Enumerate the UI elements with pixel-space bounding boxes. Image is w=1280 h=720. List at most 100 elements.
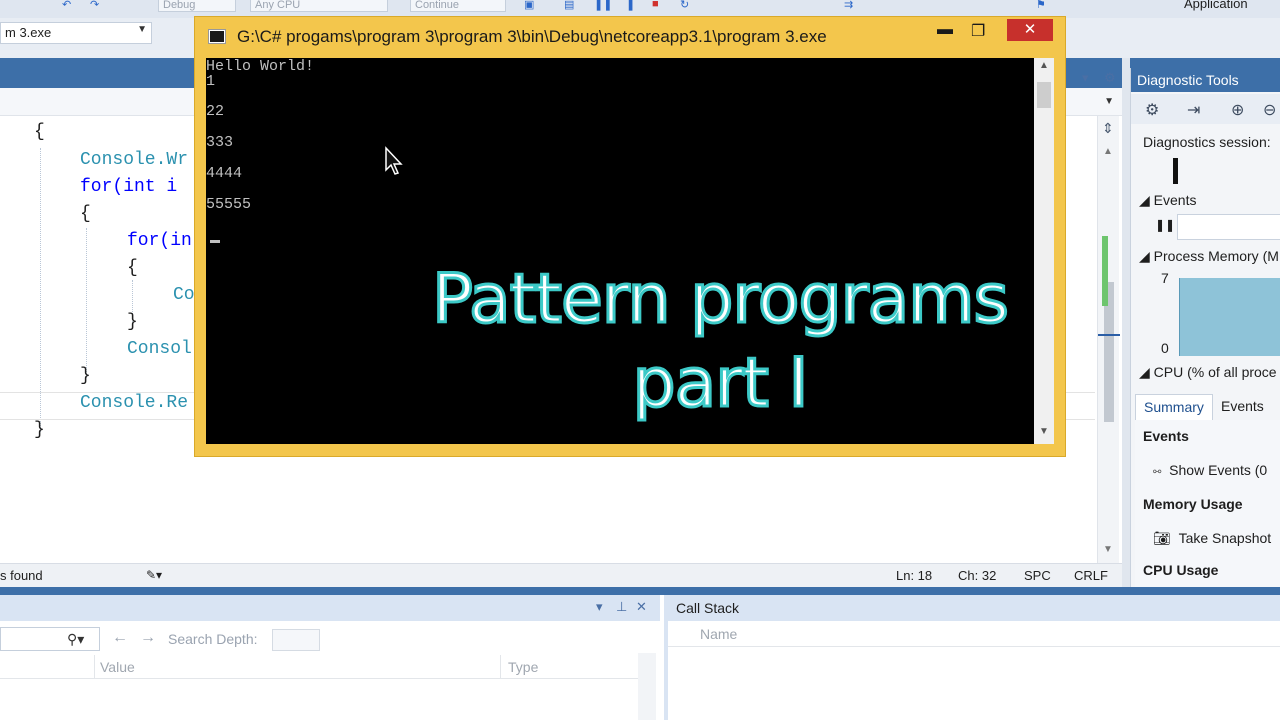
locals-header: ▾ ⊥ ✕ [0,595,660,621]
redo-icon[interactable]: ↷ [90,0,104,11]
close-icon: ✕ [1023,21,1037,38]
search-depth-dropdown[interactable] [272,629,320,651]
app-insights-label[interactable]: Application [1184,0,1248,11]
code-line: for(int i [80,177,178,197]
close-button[interactable]: ✕ [1007,19,1053,41]
locals-columns: Value Type [0,655,656,679]
scroll-down-icon[interactable]: ▼ [1103,544,1113,555]
summary-cpu-heading: CPU Usage [1143,562,1219,578]
zoom-in-icon[interactable]: ⊕ [1231,100,1244,120]
tab-summary[interactable]: Summary [1135,394,1213,420]
chevron-down-icon[interactable]: ▼ [1104,96,1114,107]
process-dropdown[interactable]: m 3.exe ▼ [0,22,152,44]
gear-icon[interactable]: ⚙ [1104,70,1116,86]
scroll-thumb[interactable] [1037,82,1051,108]
console-icon [208,29,226,44]
undo-icon[interactable]: ↶ [62,0,76,11]
code-line: } [127,312,138,332]
break-icon[interactable]: ❚ [626,0,640,11]
stop-icon[interactable]: ■ [652,0,666,10]
column-number: Ch: 32 [958,568,997,583]
split-icon[interactable]: ⇕ [1102,120,1114,137]
code-line: } [34,420,45,440]
take-snapshot-label: Take Snapshot [1178,530,1272,546]
indent-guide [40,148,41,432]
locals-panel: ▾ ⊥ ✕ ⚲▾ ← → Search Depth: Value Type [0,595,660,720]
pause-icon[interactable]: ❚❚ [1155,218,1175,232]
memory-min: 0 [1161,340,1169,356]
process-name: m 3.exe [5,25,52,40]
memory-max: 7 [1161,270,1169,286]
restart-icon[interactable]: ↻ [680,0,694,11]
tab-events[interactable]: Events [1213,394,1272,420]
cpu-header: CPU (% of all proce [1153,364,1277,380]
events-header: Events [1153,192,1197,208]
summary-events-heading: Events [1143,428,1189,444]
issues-status[interactable]: s found [0,568,43,583]
cleanup-icon[interactable]: ✎▾ [146,568,162,582]
config-dropdown[interactable]: Debug [158,0,236,12]
column-divider [94,655,95,679]
editor-scrollbar[interactable]: ⇕ ▲ ▼ [1097,116,1120,568]
code-line: Co [173,285,195,305]
camera-icon: 📷︎ [1153,530,1171,546]
process-memory-header: Process Memory (M [1153,248,1279,264]
locals-scrollbar[interactable] [638,653,656,720]
call-stack-title: Call Stack [668,595,1280,621]
chevron-down-icon: ▼ [137,24,147,35]
whitespace-mode[interactable]: SPC [1024,568,1051,583]
maximize-icon[interactable]: ❐ [971,21,985,43]
column-type[interactable]: Type [508,659,538,675]
forward-icon[interactable]: → [140,629,156,647]
events-section[interactable]: ◢ Events [1139,192,1280,209]
caret-marker [1098,334,1120,336]
gear-icon[interactable]: ⚙ [1145,100,1159,120]
show-events-link[interactable]: ⚯ Show Events (0 [1153,462,1280,478]
code-line: Console.Wr [80,150,189,170]
editor-status-bar: s found ✎▾ Ln: 18 Ch: 32 SPC CRLF [0,563,1122,587]
cpu-section[interactable]: ◢ CPU (% of all proce [1139,364,1280,381]
panel-divider [1122,58,1130,588]
line-ending[interactable]: CRLF [1074,568,1108,583]
step-icon[interactable]: ⇉ [844,0,858,11]
diagnostic-tabs: Summary Events [1135,394,1280,420]
code-line: for(in [127,231,192,251]
export-icon[interactable]: ⇥ [1187,100,1200,120]
console-scrollbar[interactable]: ▲ ▼ [1034,58,1054,444]
bottom-band [0,587,1280,595]
flag-icon[interactable]: ⚑ [1036,0,1050,11]
column-name[interactable]: Name [668,623,1280,647]
link-icon: ⚯ [1153,467,1162,478]
scroll-down-icon[interactable]: ▼ [1039,426,1049,437]
back-icon[interactable]: ← [112,629,128,647]
code-line: Consol [127,339,192,359]
pause-icon[interactable]: ❚❚ [594,0,612,11]
text-cursor [210,240,220,243]
console-line: Hello World! [206,58,315,75]
zoom-out-icon[interactable]: ⊖ [1263,100,1276,120]
overlay-line-1: Pattern programs [431,259,1011,341]
browser-icon[interactable]: ▣ [524,0,538,11]
continue-button[interactable]: Continue [410,0,506,12]
console-title-bar[interactable]: G:\C# progams\program 3\program 3\bin\De… [195,17,1065,57]
chevron-down-icon[interactable]: ▾ [1082,70,1089,86]
column-value[interactable]: Value [100,659,135,675]
close-icon[interactable]: ✕ [636,599,647,615]
process-memory-section[interactable]: ◢ Process Memory (M [1139,248,1280,265]
diagnostic-tools-panel: Diagnostic Tools ⚙ ⇥ ⊕ ⊖ Diagnostics ses… [1130,68,1280,588]
platform-dropdown[interactable]: Any CPU [250,0,388,12]
scroll-up-icon[interactable]: ▲ [1103,146,1113,157]
take-snapshot-button[interactable]: 📷︎ Take Snapshot [1153,530,1280,547]
scroll-up-icon[interactable]: ▲ [1039,60,1049,71]
locals-search-input[interactable]: ⚲▾ [0,627,100,651]
pin-icon[interactable]: ⊥ [616,599,627,615]
summary-memory-heading: Memory Usage [1143,496,1243,512]
call-stack-panel: Call Stack Name [664,595,1280,720]
overlay-caption: Pattern programs part I [416,258,1024,426]
summary-panel: Events ⚯ Show Events (0 Memory Usage 📷︎ … [1135,420,1280,588]
break-all-icon[interactable]: ▤ [564,0,578,11]
minimize-icon[interactable]: ▬ [937,21,953,43]
chevron-down-icon[interactable]: ▾ [596,599,603,615]
line-number: Ln: 18 [896,568,933,583]
mouse-pointer-icon [385,146,403,175]
